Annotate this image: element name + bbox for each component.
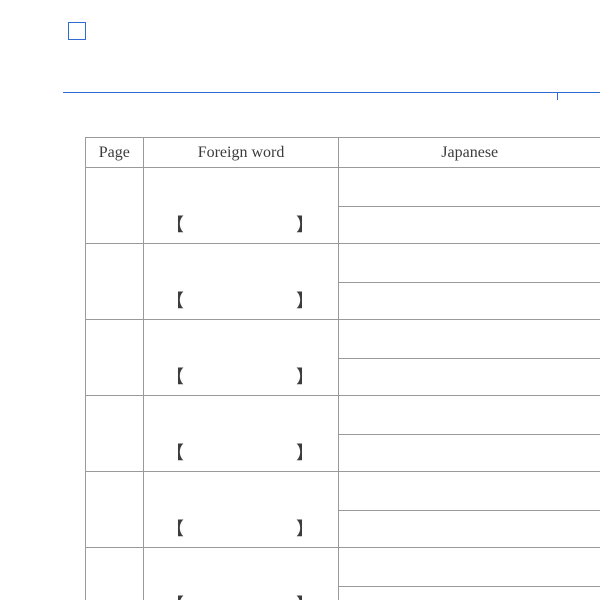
- bracket-open-icon: 【: [166, 287, 186, 313]
- checkbox-icon[interactable]: [68, 22, 86, 40]
- cell-foreign-word: 【】: [143, 320, 339, 396]
- bracket-field: 【】: [166, 287, 316, 313]
- cell-foreign-word: 【】: [143, 548, 339, 600]
- cell-foreign-word: 【】: [143, 472, 339, 548]
- bracket-field: 【】: [166, 591, 316, 600]
- cell-japanese: [339, 168, 600, 244]
- table-row: 【】: [86, 244, 600, 320]
- cell-japanese: [339, 244, 600, 320]
- bracket-close-icon: 】: [296, 515, 316, 541]
- bracket-close-icon: 】: [296, 439, 316, 465]
- cell-japanese: [339, 396, 600, 472]
- bracket-close-icon: 】: [296, 591, 316, 600]
- cell-page: [86, 396, 144, 472]
- bracket-open-icon: 【: [166, 591, 186, 600]
- table-header-row: Page Foreign word Japanese: [86, 138, 600, 168]
- cell-page: [86, 168, 144, 244]
- table-body: 【】 【】 【】 【】: [86, 168, 600, 600]
- cell-page: [86, 320, 144, 396]
- header-foreign-word: Foreign word: [143, 138, 339, 168]
- table-row: 【】: [86, 396, 600, 472]
- header-japanese: Japanese: [339, 138, 600, 168]
- header-page: Page: [86, 138, 144, 168]
- vocabulary-table: Page Foreign word Japanese 【】 【】: [85, 137, 600, 600]
- cell-foreign-word: 【】: [143, 396, 339, 472]
- bracket-open-icon: 【: [166, 439, 186, 465]
- cell-japanese: [339, 320, 600, 396]
- bracket-field: 【】: [166, 363, 316, 389]
- horizontal-rule: [63, 92, 600, 93]
- cell-japanese: [339, 548, 600, 600]
- cell-japanese: [339, 472, 600, 548]
- bracket-close-icon: 】: [296, 287, 316, 313]
- bracket-open-icon: 【: [166, 211, 186, 237]
- bracket-open-icon: 【: [166, 515, 186, 541]
- cell-foreign-word: 【】: [143, 244, 339, 320]
- cell-page: [86, 548, 144, 600]
- rule-tick: [557, 92, 558, 100]
- bracket-close-icon: 】: [296, 211, 316, 237]
- bracket-field: 【】: [166, 439, 316, 465]
- bracket-open-icon: 【: [166, 363, 186, 389]
- table-row: 【】: [86, 472, 600, 548]
- bracket-close-icon: 】: [296, 363, 316, 389]
- cell-foreign-word: 【】: [143, 168, 339, 244]
- table-row: 【】: [86, 320, 600, 396]
- document-page: Page Foreign word Japanese 【】 【】: [0, 0, 600, 600]
- bracket-field: 【】: [166, 211, 316, 237]
- bracket-field: 【】: [166, 515, 316, 541]
- table-row: 【】: [86, 548, 600, 600]
- table-row: 【】: [86, 168, 600, 244]
- cell-page: [86, 472, 144, 548]
- cell-page: [86, 244, 144, 320]
